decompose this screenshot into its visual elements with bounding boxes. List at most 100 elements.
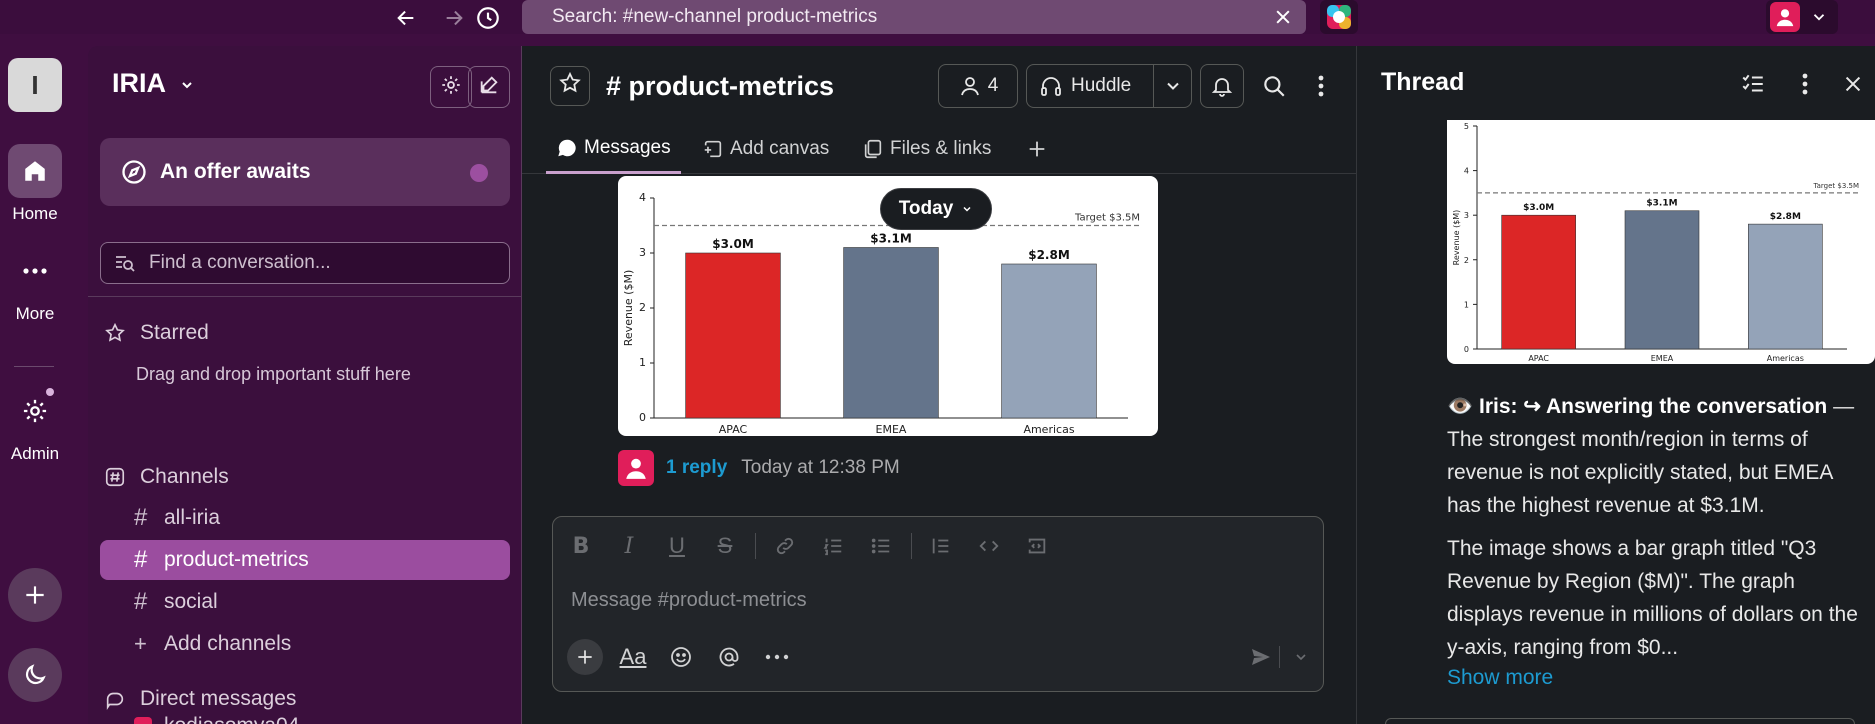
formatting-toggle-icon[interactable]: Aa (615, 639, 651, 675)
add-channels-button[interactable]: + Add channels (100, 624, 510, 664)
back-arrow-icon[interactable] (392, 4, 420, 32)
bar-americas (1001, 263, 1097, 419)
history-clock-icon[interactable] (474, 4, 502, 32)
channel-main: # product-metrics 4 Huddle Messages Add … (522, 46, 1356, 724)
channel-name: social (164, 590, 218, 613)
tab-add-canvas[interactable]: Add canvas (702, 124, 829, 174)
ai-app-icon[interactable] (1320, 0, 1358, 34)
sidebar-item-social[interactable]: # social (100, 582, 510, 622)
rail-admin[interactable]: Admin (0, 384, 70, 464)
search-bar[interactable]: Search: #new-channel product-metrics (522, 0, 1306, 34)
link-icon[interactable] (767, 531, 803, 561)
date-divider-button[interactable]: Today (880, 188, 992, 230)
x-tick-label: APAC (1528, 354, 1549, 363)
avatar (1770, 2, 1800, 32)
find-conversation-input[interactable]: Find a conversation... (100, 242, 510, 284)
forward-arrow-icon[interactable] (440, 4, 468, 32)
code-block-icon[interactable] (1019, 531, 1055, 561)
italic-icon[interactable]: I (611, 531, 647, 561)
y-tick-label: 2 (1464, 256, 1469, 265)
rail-more[interactable]: More (0, 244, 70, 324)
bold-icon[interactable]: B (563, 531, 599, 561)
y-tick-label: 2 (639, 301, 646, 314)
strikethrough-icon[interactable]: S (707, 531, 743, 561)
user-menu[interactable] (1766, 0, 1838, 34)
thread-panel: Thread 0 1 2 3 4 5 Revenue ($M) $3.0M APAC $3.1M E… (1356, 46, 1875, 724)
attach-plus-button[interactable] (567, 639, 603, 675)
dark-mode-moon-icon[interactable] (8, 648, 62, 702)
tab-messages[interactable]: Messages (546, 124, 681, 174)
thread-more-icon[interactable] (1787, 66, 1823, 102)
chevron-down-icon[interactable] (1163, 76, 1183, 96)
sidebar-item-product-metrics[interactable]: # product-metrics (100, 540, 510, 580)
bullet-list-icon[interactable] (863, 531, 899, 561)
code-icon[interactable] (971, 531, 1007, 561)
x-tick-label: Americas (1023, 423, 1074, 436)
y-axis-label: Revenue ($M) (1452, 210, 1461, 266)
tab-files-links[interactable]: Files & links (862, 124, 991, 174)
more-label: More (15, 304, 55, 323)
thread-reply-summary[interactable]: 1 reply Today at 12:38 PM (618, 450, 900, 486)
blockquote-icon[interactable] (923, 531, 959, 561)
chevron-down-icon (1810, 8, 1828, 31)
channel-title[interactable]: # product-metrics (606, 71, 834, 102)
starred-label: Starred (140, 321, 209, 344)
send-icon[interactable] (1243, 639, 1279, 675)
search-channel-button[interactable] (1252, 64, 1296, 108)
format-divider (911, 533, 912, 559)
offer-banner[interactable]: An offer awaits (100, 138, 510, 206)
schedule-chevron-icon[interactable] (1283, 639, 1319, 675)
headphones-icon (1039, 74, 1063, 98)
bar-emea (843, 247, 939, 419)
thread-chart-image[interactable]: 0 1 2 3 4 5 Revenue ($M) $3.0M APAC $3.1M EMEA $2.8… (1447, 120, 1875, 364)
star-icon (100, 322, 130, 344)
workspace-settings-button[interactable] (430, 66, 472, 108)
notifications-button[interactable] (1200, 64, 1244, 108)
dm-item[interactable]: kodiasomya04 (100, 714, 510, 724)
bar-data-label: $2.8M (1770, 212, 1801, 222)
close-icon[interactable] (1835, 66, 1871, 102)
bar-apac (685, 252, 781, 419)
thread-message-lead: ↪ Answering the conversation (1523, 395, 1828, 418)
add-workspace-icon[interactable] (8, 568, 62, 622)
channels-section[interactable]: Channels (100, 458, 229, 496)
emoji-icon[interactable] (663, 639, 699, 675)
huddle-button[interactable]: Huddle (1026, 64, 1192, 108)
workspace-name-menu[interactable]: IRIA (112, 68, 195, 100)
thread-body-2: The image shows a bar graph titled "Q3 R… (1447, 537, 1858, 659)
huddle-divider (1153, 65, 1154, 107)
bar-data-label: $3.0M (712, 237, 754, 251)
gear-icon (440, 74, 462, 101)
workspace-switcher[interactable]: I (8, 58, 62, 112)
y-tick-label: 3 (639, 246, 646, 259)
bar-data-label: $3.0M (1523, 203, 1554, 213)
compose-button[interactable] (468, 66, 510, 108)
search-icon (1261, 73, 1287, 99)
starred-section[interactable]: Starred (100, 314, 209, 352)
add-tab-button[interactable] (1026, 124, 1054, 174)
rail-home[interactable]: Home (0, 144, 70, 224)
direct-messages-section[interactable]: Direct messages (100, 680, 296, 718)
add-channels-label: Add channels (164, 632, 292, 655)
y-tick-label: 5 (1464, 122, 1469, 131)
sidebar-item-all-iria[interactable]: # all-iria (100, 498, 510, 538)
underline-icon[interactable]: U (659, 531, 695, 561)
channel-header: # product-metrics (550, 66, 834, 106)
dm-avatar (134, 714, 164, 724)
show-more-link[interactable]: Show more (1447, 666, 1553, 690)
message-input[interactable]: Message #product-metrics (571, 589, 807, 612)
numbered-list-icon[interactable] (815, 531, 851, 561)
clear-search-icon[interactable] (1270, 4, 1296, 30)
members-button[interactable]: 4 (938, 64, 1018, 108)
workspace-name: IRIA (112, 68, 165, 98)
channel-more-button[interactable] (1304, 64, 1338, 108)
dm-name: kodiasomya04 (164, 714, 299, 724)
reply-count-link[interactable]: 1 reply (666, 457, 727, 479)
more-actions-icon[interactable] (759, 639, 795, 675)
star-channel-button[interactable] (550, 66, 590, 106)
rail-divider (14, 366, 54, 367)
thread-filter-icon[interactable] (1735, 66, 1771, 102)
bar-data-label: $3.1M (870, 232, 912, 246)
mention-icon[interactable] (711, 639, 747, 675)
tab-messages-label: Messages (584, 136, 671, 158)
